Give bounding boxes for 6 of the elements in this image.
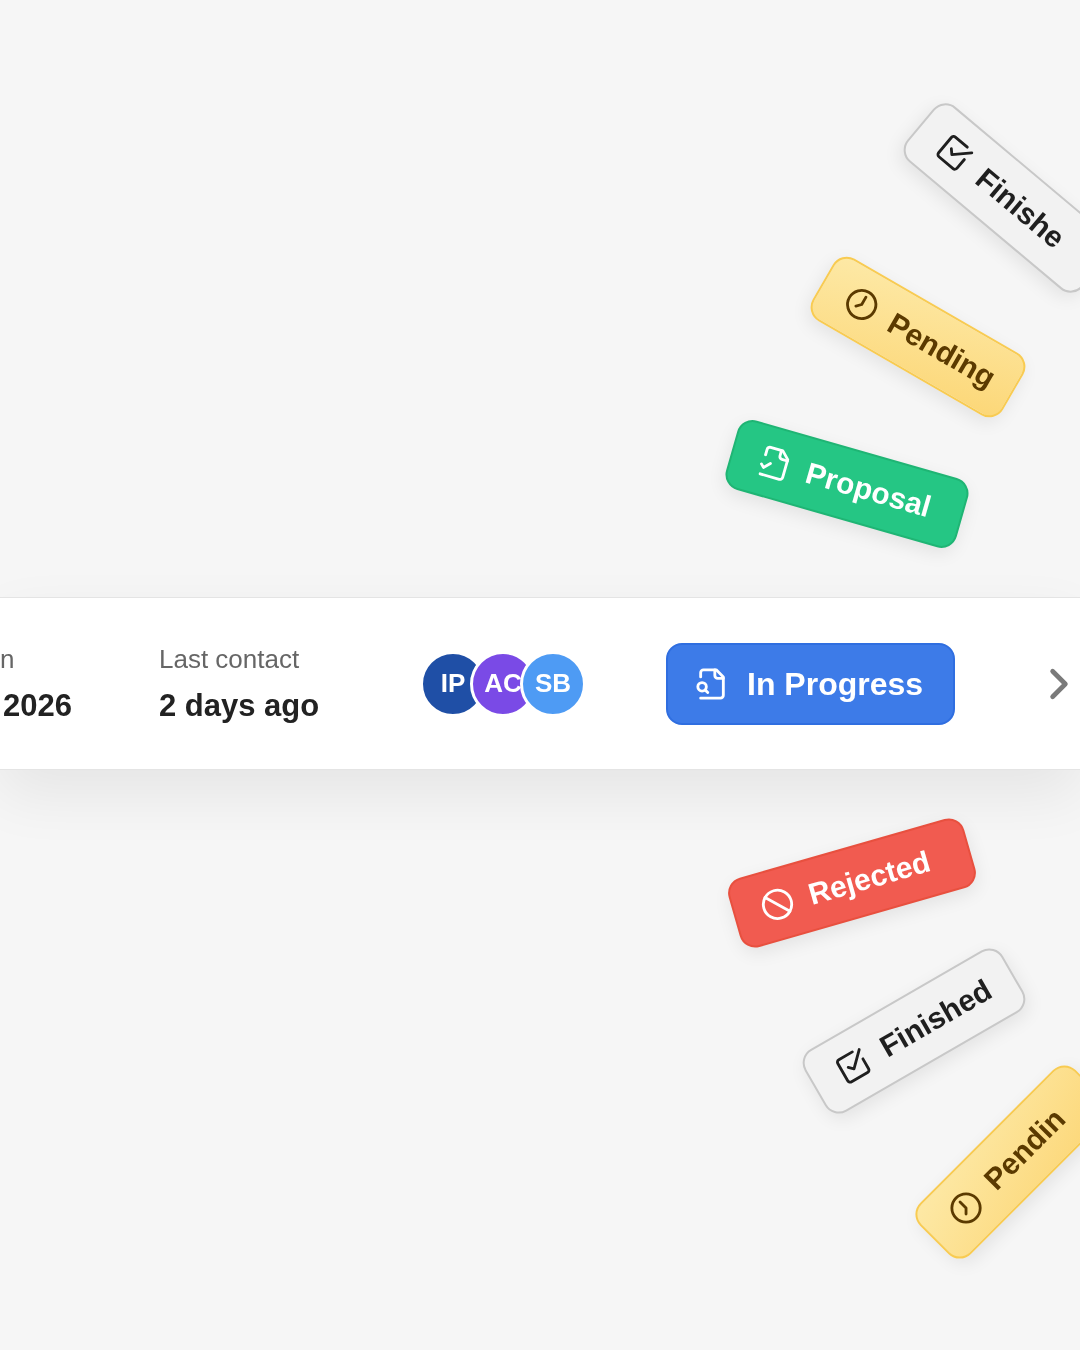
field-value: 2 days ago [159, 686, 320, 725]
status-label: In Progress [747, 667, 924, 700]
field-value: 2026 [3, 686, 72, 725]
field-label: n [0, 642, 15, 675]
chevron-right-icon[interactable] [1048, 666, 1070, 701]
field-label: Last contact [159, 642, 300, 675]
